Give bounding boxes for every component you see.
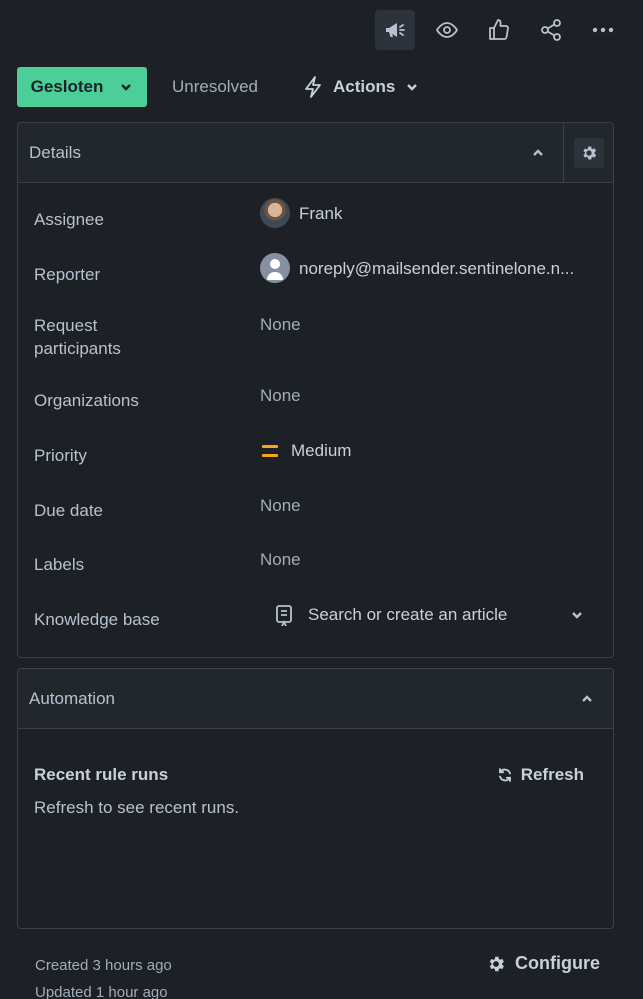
priority-value[interactable]: Medium <box>262 439 351 462</box>
chevron-up-icon <box>582 695 592 702</box>
updated-timestamp: Updated 1 hour ago <box>35 984 168 999</box>
megaphone-icon <box>386 23 405 37</box>
refresh-icon <box>498 768 511 782</box>
organizations-value[interactable]: None <box>260 384 301 407</box>
thumbs-up-icon <box>489 19 509 40</box>
details-header[interactable]: Details <box>18 123 613 183</box>
status-row: Gesloten Unresolved Actions <box>17 67 419 107</box>
gear-icon <box>489 956 504 971</box>
due-date-label: Due date <box>34 501 103 520</box>
user-icon <box>267 259 283 280</box>
organizations-label: Organizations <box>34 391 139 410</box>
configure-label: Configure <box>515 953 600 973</box>
share-icon <box>541 19 561 41</box>
avatar <box>260 198 290 228</box>
share-button[interactable] <box>531 10 571 50</box>
automation-title: Automation <box>29 688 115 708</box>
priority-medium-icon <box>262 444 278 457</box>
details-settings-button[interactable] <box>573 138 604 168</box>
automation-header[interactable]: Automation <box>18 669 613 729</box>
avatar <box>260 253 290 283</box>
priority-label: Priority <box>34 446 87 465</box>
priority-text: Medium <box>291 441 352 460</box>
assignee-label: Assignee <box>34 210 104 229</box>
watch-button[interactable] <box>427 10 467 50</box>
reporter-value[interactable]: noreply@mailsender.sentinelone.n... <box>260 253 574 283</box>
request-participants-value[interactable]: None <box>260 313 301 336</box>
knowledge-base-label: Knowledge base <box>34 610 160 629</box>
actions-label: Actions <box>333 77 396 96</box>
recent-rule-runs-title: Recent rule runs <box>34 765 169 784</box>
collapse-details-button[interactable] <box>528 143 548 163</box>
chevron-down-icon <box>572 612 582 619</box>
status-dropdown-button[interactable]: Gesloten <box>17 67 147 107</box>
chevron-up-icon <box>533 149 543 156</box>
refresh-button[interactable]: Refresh <box>497 765 584 785</box>
labels-text: None <box>260 550 301 569</box>
assignee-value[interactable]: Frank <box>260 198 342 228</box>
details-title: Details <box>29 142 81 162</box>
issue-timestamps: Created 3 hours ago Updated 1 hour ago <box>35 952 172 999</box>
reporter-email: noreply@mailsender.sentinelone.n... <box>299 258 575 278</box>
labels-value[interactable]: None <box>260 548 301 571</box>
request-participants-text: None <box>260 315 301 334</box>
gear-icon <box>582 146 596 160</box>
reporter-label: Reporter <box>34 265 101 284</box>
recent-runs-hint: Refresh to see recent runs. <box>34 798 240 817</box>
feedback-button[interactable] <box>375 10 415 50</box>
lightning-icon <box>305 76 321 98</box>
refresh-label: Refresh <box>520 765 584 784</box>
details-settings-area <box>563 123 613 183</box>
collapse-automation-button[interactable] <box>577 689 597 709</box>
organizations-text: None <box>260 386 301 405</box>
assignee-name: Frank <box>299 203 343 223</box>
request-participants-label-line2: participants <box>34 339 121 358</box>
resolution-text: Unresolved <box>172 77 258 96</box>
automation-panel: Automation Recent rule runs Refresh Refr… <box>17 668 614 929</box>
knowledge-base-search[interactable]: Search or create an article <box>274 601 584 629</box>
more-actions-button[interactable] <box>583 10 623 50</box>
article-icon <box>276 605 292 626</box>
eye-icon <box>436 22 458 38</box>
actions-button[interactable]: Actions <box>303 76 419 98</box>
issue-toolbar <box>375 10 623 50</box>
knowledge-base-placeholder: Search or create an article <box>308 605 508 624</box>
status-label: Gesloten <box>30 77 104 96</box>
chevron-down-icon <box>121 84 132 91</box>
request-participants-label-line1: Request <box>34 316 98 335</box>
details-panel: Details Assignee Frank Reporter noreply@… <box>17 122 614 658</box>
chevron-down-icon <box>407 84 418 91</box>
vote-button[interactable] <box>479 10 519 50</box>
created-timestamp: Created 3 hours ago <box>35 957 172 974</box>
more-icon <box>592 27 614 33</box>
due-date-text: None <box>260 496 301 515</box>
due-date-value[interactable]: None <box>260 494 301 517</box>
issue-sidebar: Gesloten Unresolved Actions Details Assi… <box>0 0 643 999</box>
labels-label: Labels <box>34 555 85 574</box>
configure-button[interactable]: Configure <box>486 953 600 974</box>
